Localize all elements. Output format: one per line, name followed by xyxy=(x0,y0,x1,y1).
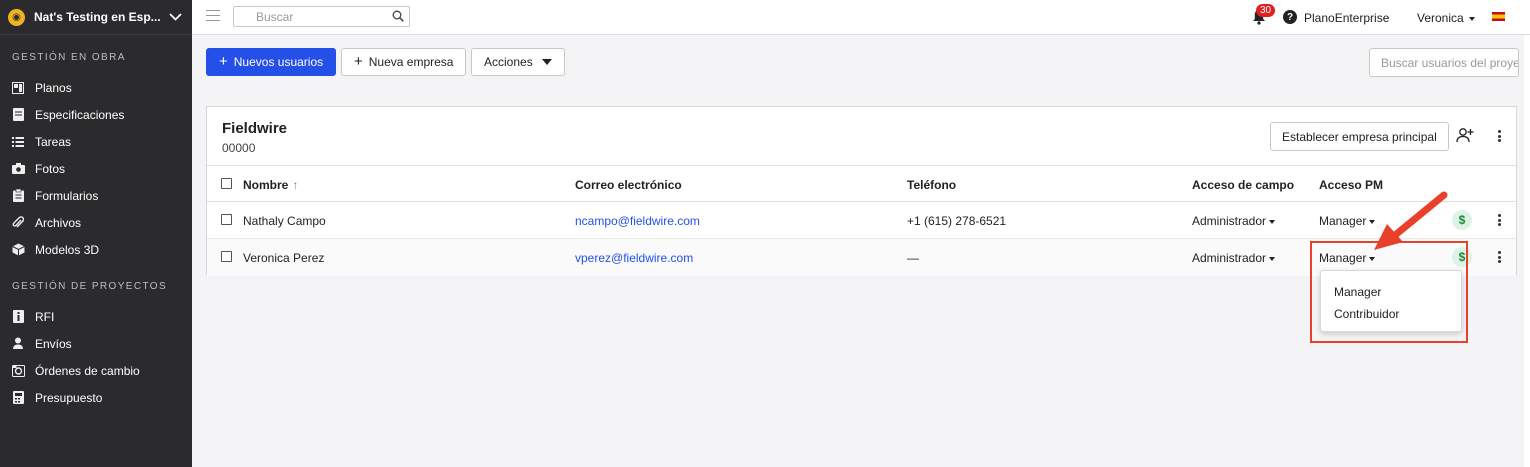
select-all-checkbox[interactable] xyxy=(221,178,232,189)
chevron-down-icon[interactable] xyxy=(166,10,184,24)
company-name: Fieldwire xyxy=(222,120,288,137)
sidebar-item-label: Presupuesto xyxy=(35,390,103,405)
new-users-label: Nuevos usuarios xyxy=(233,55,324,69)
set-main-company-button[interactable]: Establecer empresa principal xyxy=(1270,122,1449,151)
caret-down-icon xyxy=(1468,16,1475,21)
user-phone-cell: — xyxy=(907,251,919,265)
company-code: 00000 xyxy=(222,141,256,155)
spain-flag-icon[interactable] xyxy=(1492,12,1505,21)
sidebar-item-fotos[interactable]: Fotos xyxy=(0,155,192,182)
cube-icon xyxy=(11,243,25,257)
user-phone-cell: +1 (615) 278-6521 xyxy=(907,214,1007,228)
column-header-name[interactable]: Nombre ↑ xyxy=(243,178,298,192)
user-name-cell: Veronica Perez xyxy=(243,251,325,265)
annotation-highlight-box xyxy=(1310,241,1468,343)
sidebar-item-label: Modelos 3D xyxy=(35,242,100,257)
change-orders-icon xyxy=(11,364,25,378)
table-row: Nathaly Campo ncampo@fieldwire.com +1 (6… xyxy=(207,202,1516,239)
sidebar-item-label: Especificaciones xyxy=(35,107,125,122)
dollar-icon: $ xyxy=(1452,210,1472,230)
user-name: Veronica xyxy=(1417,11,1464,25)
column-header-email: Correo electrónico xyxy=(575,178,682,192)
paperclip-icon xyxy=(11,216,25,230)
help-icon[interactable]: ? xyxy=(1283,10,1297,24)
sidebar-item-label: Formularios xyxy=(35,188,99,203)
user-name-cell: Nathaly Campo xyxy=(243,214,326,228)
field-access-value: Administrador xyxy=(1192,214,1267,228)
user-email-link[interactable]: vperez@fieldwire.com xyxy=(575,251,693,265)
column-header-name-label: Nombre xyxy=(243,178,289,192)
sidebar-section-title: GESTIÓN DE PROYECTOS xyxy=(12,281,168,292)
rfi-document-icon xyxy=(11,310,25,324)
row-more-icon[interactable] xyxy=(1497,251,1501,263)
caret-down-icon xyxy=(1269,219,1276,224)
project-user-search-input[interactable] xyxy=(1370,49,1518,76)
window-edge xyxy=(1524,35,1530,467)
calculator-icon xyxy=(11,391,25,405)
sidebar-item-label: Tareas xyxy=(35,134,72,149)
new-company-button[interactable]: + Nueva empresa xyxy=(341,48,467,76)
sidebar-item-label: Órdenes de cambio xyxy=(35,363,140,378)
caret-down-icon xyxy=(541,59,552,65)
submittals-icon xyxy=(11,337,25,351)
sidebar-item-label: RFI xyxy=(35,309,55,324)
specifications-icon xyxy=(11,108,25,122)
sidebar-item-modelos-3d[interactable]: Modelos 3D xyxy=(0,236,192,263)
caret-down-icon xyxy=(1269,256,1276,261)
column-header-phone: Teléfono xyxy=(907,178,957,192)
sidebar-item-label: Fotos xyxy=(35,161,66,176)
field-access-dropdown[interactable]: Administrador xyxy=(1192,214,1276,228)
actions-label: Acciones xyxy=(484,55,533,69)
row-checkbox[interactable] xyxy=(221,214,232,225)
notification-count-badge[interactable]: 30 xyxy=(1256,4,1276,17)
hamburger-menu-icon[interactable] xyxy=(206,10,220,22)
company-more-icon[interactable] xyxy=(1497,130,1501,142)
table-header: Nombre ↑ Correo electrónico Teléfono Acce… xyxy=(207,165,1516,202)
column-header-field-access: Acceso de campo xyxy=(1192,178,1295,192)
sidebar-item-rfi[interactable]: RFI xyxy=(0,303,192,330)
project-switcher[interactable]: ◉ Nat's Testing en Esp... xyxy=(0,0,192,35)
global-search-input[interactable] xyxy=(234,7,384,26)
global-search[interactable] xyxy=(233,6,410,27)
sidebar-item-label: Envíos xyxy=(35,336,72,351)
new-company-label: Nueva empresa xyxy=(368,55,454,69)
actions-dropdown[interactable]: Acciones xyxy=(471,48,565,76)
plans-icon xyxy=(11,81,25,95)
new-users-button[interactable]: + Nuevos usuarios xyxy=(206,48,337,76)
user-email-link[interactable]: ncampo@fieldwire.com xyxy=(575,214,700,228)
plus-icon: + xyxy=(354,53,363,70)
search-icon[interactable] xyxy=(392,10,404,22)
plan-name[interactable]: PlanoEnterprise xyxy=(1304,11,1389,25)
add-user-icon[interactable] xyxy=(1456,127,1474,143)
sidebar-item-tareas[interactable]: Tareas xyxy=(0,128,192,155)
project-user-search[interactable] xyxy=(1369,48,1519,77)
annotation-arrow-icon xyxy=(1374,191,1448,250)
field-access-dropdown[interactable]: Administrador xyxy=(1192,251,1276,265)
pm-access-dropdown[interactable]: Manager xyxy=(1319,214,1376,228)
row-more-icon[interactable] xyxy=(1497,214,1501,226)
sidebar-item-especificaciones[interactable]: Especificaciones xyxy=(0,101,192,128)
sidebar-item-formularios[interactable]: Formularios xyxy=(0,182,192,209)
sidebar-item-label: Archivos xyxy=(35,215,82,230)
project-name: Nat's Testing en Esp... xyxy=(34,10,161,24)
sidebar-item-planos[interactable]: Planos xyxy=(0,74,192,101)
sidebar-item-ordenes-de-cambio[interactable]: Órdenes de cambio xyxy=(0,357,192,384)
row-checkbox[interactable] xyxy=(221,251,232,262)
camera-icon xyxy=(11,162,25,176)
sidebar-item-label: Planos xyxy=(35,80,72,95)
sidebar-item-archivos[interactable]: Archivos xyxy=(0,209,192,236)
sidebar-item-presupuesto[interactable]: Presupuesto xyxy=(0,384,192,411)
tasks-list-icon xyxy=(11,135,25,149)
project-logo-icon: ◉ xyxy=(8,8,25,26)
sort-ascending-icon: ↑ xyxy=(292,178,299,192)
sidebar-item-envios[interactable]: Envíos xyxy=(0,330,192,357)
plus-icon: + xyxy=(219,53,228,70)
top-bar: 30 ? PlanoEnterprise Veronica xyxy=(192,0,1530,35)
pm-access-value: Manager xyxy=(1319,214,1367,228)
field-access-value: Administrador xyxy=(1192,251,1267,265)
sidebar: ◉ Nat's Testing en Esp... GESTIÓN EN OBR… xyxy=(0,0,192,467)
sidebar-section-title: GESTIÓN EN OBRA xyxy=(12,52,126,63)
clipboard-icon xyxy=(11,189,25,203)
user-menu[interactable]: Veronica xyxy=(1417,11,1475,25)
